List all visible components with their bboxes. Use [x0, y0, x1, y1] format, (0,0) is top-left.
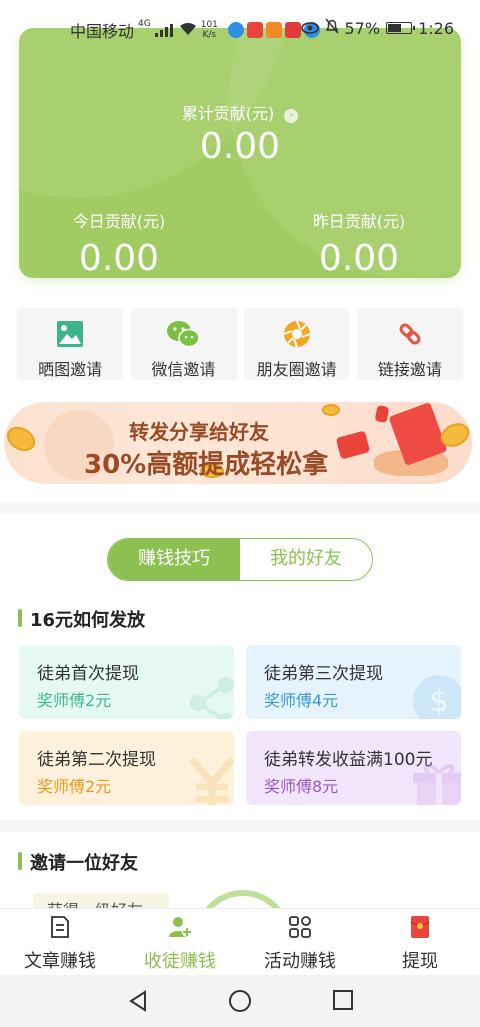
link-icon: [399, 323, 421, 345]
app-notification-icon: [284, 22, 301, 38]
moments-icon: [283, 320, 310, 348]
article-icon: [51, 916, 69, 938]
eye-comfort-icon: [300, 19, 319, 38]
payout-card-reward: 奖师傅4元: [264, 691, 339, 710]
gift-icon: [413, 764, 461, 805]
add-friend-icon: [169, 917, 192, 937]
invite-by-image-button[interactable]: 晒图邀请: [17, 308, 124, 380]
section-divider: [0, 820, 480, 832]
tab-label: 提现: [402, 951, 438, 972]
payout-card-reward: 奖师傅8元: [264, 777, 339, 796]
carrier-label: 中国移动: [70, 22, 135, 41]
net-speed: 101 K/s: [200, 20, 218, 40]
payout-card-second-withdrawal: 徒弟第二次提现 奖师傅2元: [19, 731, 234, 805]
invite-section-title: 邀请一位好友: [18, 849, 138, 875]
invite-methods: 晒图邀请 微信邀请 朋友圈邀请 链接邀请: [17, 308, 463, 380]
payout-card-reward: 奖师傅2元: [37, 691, 112, 710]
yesterday-contribution: 昨日贡献(元) 0.00: [259, 208, 459, 278]
home-icon[interactable]: [228, 989, 252, 1013]
yesterday-contribution-label: 昨日贡献(元): [312, 212, 406, 231]
tab-my-friends[interactable]: 我的好友: [240, 539, 372, 580]
banner-subheadline: 30%高额提成轻松拿: [84, 450, 329, 480]
payout-card-title: 徒弟第三次提现: [264, 664, 383, 684]
app-notification-icon: [246, 22, 263, 38]
status-bar: 中国移动 4G 101 K/s 57% 1:26: [0, 0, 480, 56]
tab-label: 活动赚钱: [264, 951, 336, 972]
dollar-coin-icon: $: [413, 675, 461, 719]
today-contribution-label: 今日贡献(元): [72, 212, 166, 231]
red-envelope-icon: [374, 405, 390, 423]
tab-earning-tips[interactable]: 赚钱技巧: [108, 539, 240, 580]
payout-section-title: 16元如何发放: [18, 606, 145, 632]
network-type-label: 4G: [138, 19, 151, 29]
banner-headline: 转发分享给好友: [129, 420, 269, 444]
invite-by-link-button[interactable]: 链接邀请: [356, 308, 463, 380]
invite-by-moments-button[interactable]: 朋友圈邀请: [243, 308, 350, 380]
app-notification-icon: [265, 22, 282, 38]
battery-icon: [386, 22, 416, 34]
content-toggle: 赚钱技巧 我的好友: [107, 538, 373, 581]
today-contribution-value: 0.00: [78, 238, 160, 278]
payout-card-first-withdrawal: 徒弟首次提现 奖师傅2元: [19, 645, 234, 719]
invite-by-moments-label: 朋友圈邀请: [256, 360, 337, 379]
yesterday-contribution-value: 0.00: [318, 238, 400, 278]
today-contribution: 今日贡献(元) 0.00: [19, 208, 219, 278]
clock: 1:26: [418, 18, 454, 38]
wifi-icon: [179, 21, 197, 40]
system-navigation-bar: [0, 975, 480, 1027]
section-divider: [0, 502, 480, 514]
share-promo-banner[interactable]: 转发分享给好友 30%高额提成轻松拿: [4, 402, 472, 484]
total-contribution-row[interactable]: 累计贡献(元) ›: [19, 100, 461, 124]
mute-bell-icon: [324, 18, 339, 38]
payout-card-share-earnings: 徒弟转发收益满100元 奖师傅8元: [246, 731, 461, 805]
battery-percent: 57%: [344, 18, 381, 38]
wechat-icon: [167, 321, 201, 348]
image-icon: [57, 321, 84, 347]
invite-by-link-label: 链接邀请: [377, 360, 442, 379]
total-contribution-label: 累计贡献(元): [181, 104, 275, 123]
total-contribution-value: 0.00: [199, 126, 281, 167]
recent-apps-icon[interactable]: [332, 989, 354, 1011]
tab-activity-earn[interactable]: 活动赚钱: [240, 909, 360, 975]
payout-card-reward: 奖师傅2元: [37, 777, 112, 796]
tab-withdraw[interactable]: 提现: [360, 909, 480, 975]
bottom-tab-bar: 文章赚钱 收徒赚钱 活动赚钱 提现: [0, 908, 480, 975]
signal-icon: [154, 23, 175, 37]
invite-by-wechat-label: 微信邀请: [151, 360, 216, 379]
contribution-summary-card: 累计贡献(元) › 0.00 今日贡献(元) 0.00 昨日贡献(元) 0.00: [19, 28, 461, 278]
payout-card-title: 徒弟转发收益满100元: [264, 750, 433, 770]
payout-card-third-withdrawal: 徒弟第三次提现 奖师傅4元 $: [246, 645, 461, 719]
chevron-right-icon[interactable]: ›: [284, 109, 299, 123]
coin-icon: [4, 421, 40, 457]
payout-card-title: 徒弟第二次提现: [37, 750, 156, 770]
red-envelope-icon: [410, 916, 430, 938]
back-icon[interactable]: [128, 989, 148, 1013]
app-notification-icon: [227, 22, 244, 38]
tab-label: 文章赚钱: [24, 951, 96, 972]
invite-by-image-label: 晒图邀请: [38, 360, 103, 379]
coin-icon: [322, 404, 340, 416]
share-icon: [190, 677, 234, 719]
tab-article-earn[interactable]: 文章赚钱: [0, 909, 120, 975]
yen-icon: [189, 756, 234, 805]
red-envelope-icon: [335, 430, 371, 460]
payout-card-title: 徒弟首次提现: [37, 664, 139, 684]
grid-icon: [289, 916, 311, 938]
tab-recruit-earn[interactable]: 收徒赚钱: [120, 909, 240, 975]
tab-label: 收徒赚钱: [144, 951, 216, 972]
svg-text:$: $: [429, 684, 448, 719]
invite-by-wechat-button[interactable]: 微信邀请: [130, 308, 237, 380]
